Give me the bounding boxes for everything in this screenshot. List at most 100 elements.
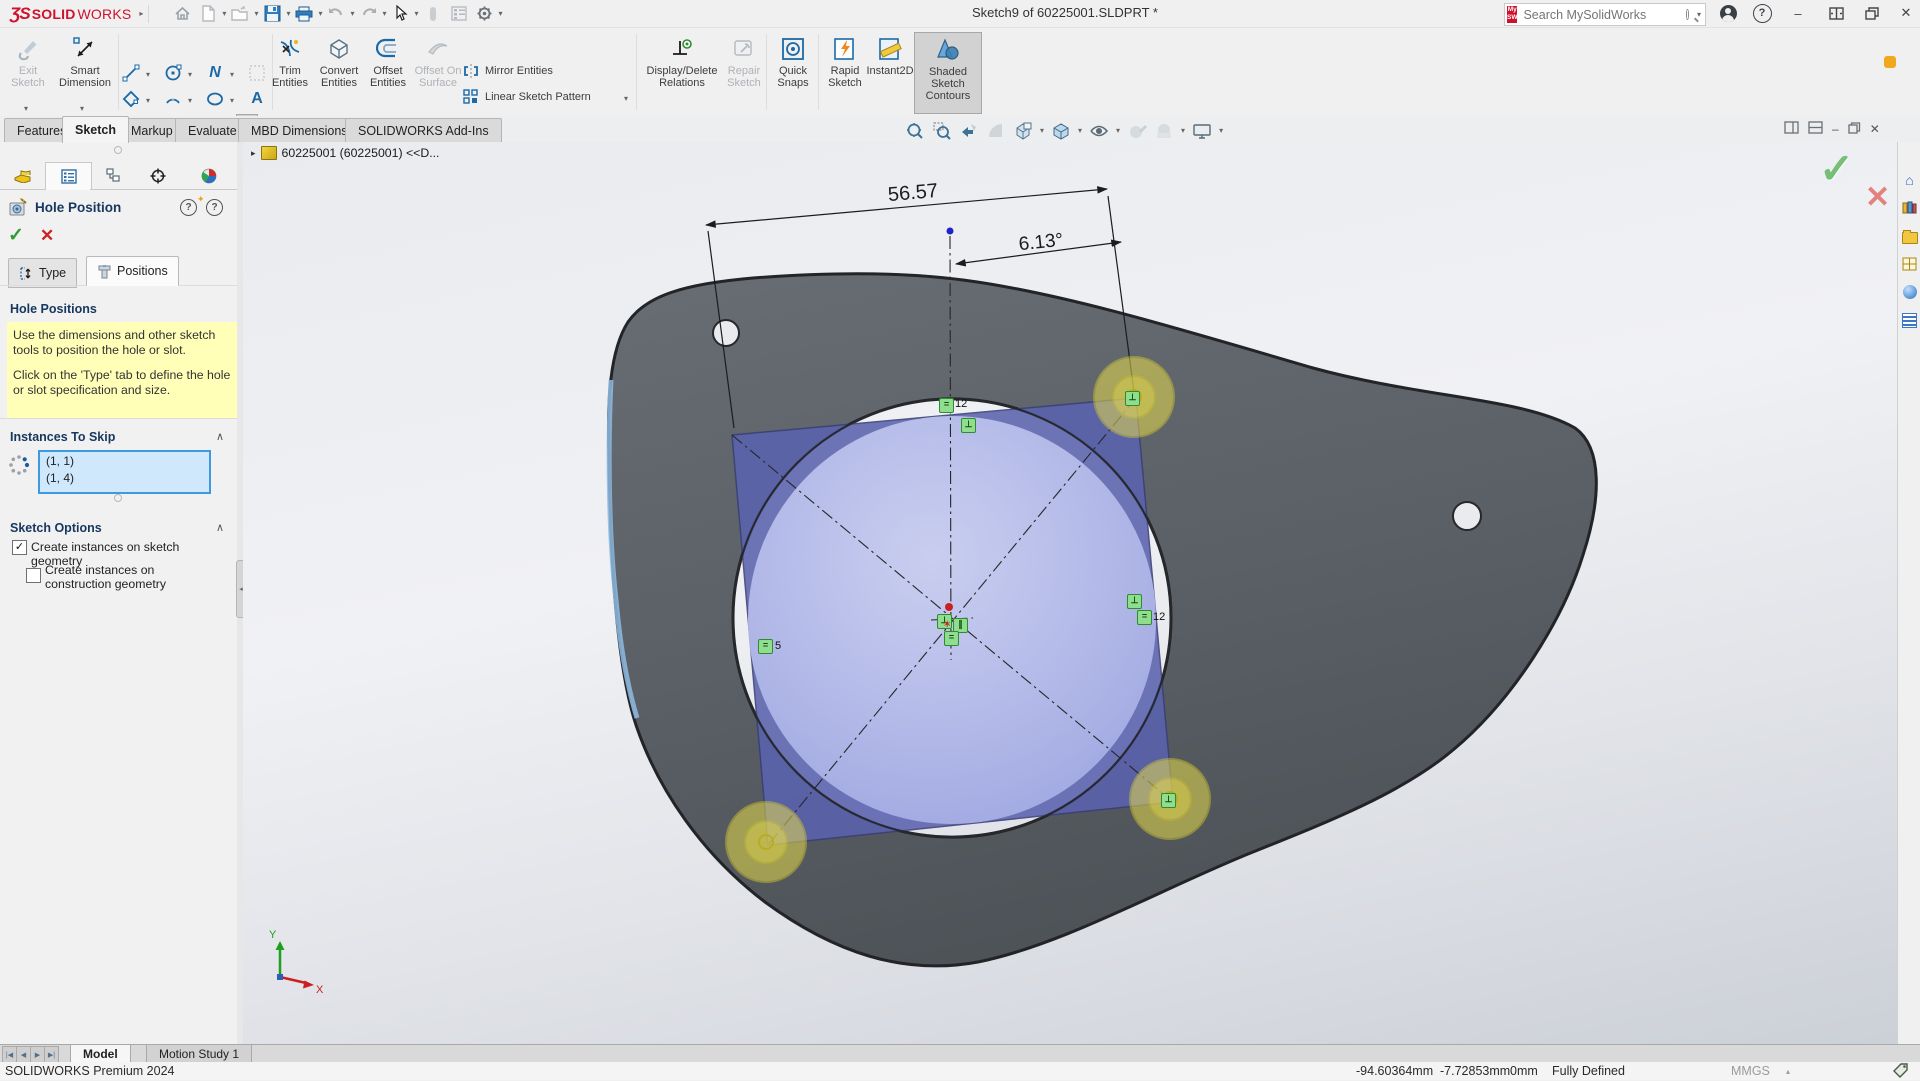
quick-snaps-button[interactable]: Quick Snaps xyxy=(770,32,816,89)
relation-badge[interactable]: = xyxy=(939,398,954,413)
view-orientation-icon[interactable] xyxy=(1013,121,1033,141)
next-tab-button[interactable]: ▶ xyxy=(30,1046,45,1063)
options-list-button[interactable] xyxy=(447,3,471,25)
tab-displaymanager[interactable] xyxy=(180,162,237,190)
undo-caret-icon[interactable]: ▾ xyxy=(350,10,354,18)
shaded-sketch-contours-button[interactable]: Shaded Sketch Contours xyxy=(914,32,982,114)
appearances-scenes-icon[interactable] xyxy=(1902,284,1918,300)
section-grip-icon[interactable] xyxy=(114,494,122,502)
mirror-entities-button[interactable]: Mirror Entities xyxy=(462,62,553,80)
circle-tool-button[interactable] xyxy=(164,64,182,82)
relation-badge[interactable]: ⊥ xyxy=(1127,594,1142,609)
cancel-button[interactable]: ✕ xyxy=(40,226,54,246)
instant2d-button[interactable]: Instant2D xyxy=(862,32,918,77)
list-item[interactable]: (1, 4) xyxy=(46,470,203,487)
repair-sketch-button[interactable]: Repair Sketch xyxy=(718,32,770,89)
help-star-icon[interactable]: ?✦ xyxy=(180,199,205,216)
doc-close-icon[interactable]: ✕ xyxy=(1870,122,1880,136)
design-library-icon[interactable] xyxy=(1902,200,1918,216)
new-file-button[interactable] xyxy=(196,3,220,25)
tab-mbd-dimensions[interactable]: MBD Dimensions xyxy=(238,118,361,143)
tab-propertymanager[interactable] xyxy=(45,162,92,190)
gear-caret-icon[interactable]: ▾ xyxy=(499,10,503,18)
convert-entities-button[interactable]: Convert Entities xyxy=(312,32,366,89)
edit-appearance-icon[interactable] xyxy=(1127,121,1147,141)
prev-tab-button[interactable]: ◀ xyxy=(16,1046,31,1063)
previous-view-icon[interactable] xyxy=(959,121,979,141)
solidworks-resources-icon[interactable]: ⌂ xyxy=(1902,172,1918,188)
exit-sketch-caret-icon[interactable]: ▾ xyxy=(24,104,28,113)
open-file-button[interactable] xyxy=(228,3,252,25)
first-tab-button[interactable]: |◀ xyxy=(2,1046,17,1063)
list-item[interactable]: (1, 1) xyxy=(46,453,203,470)
search-input[interactable] xyxy=(1521,7,1686,23)
instances-to-skip-list[interactable]: (1, 1) (1, 4) xyxy=(38,450,211,494)
tag-icon[interactable] xyxy=(1893,1063,1909,1081)
text-tool-button[interactable]: A xyxy=(248,90,266,108)
tab-positions[interactable]: Positions xyxy=(86,256,179,286)
tab-model[interactable]: Model xyxy=(70,1045,131,1063)
tree-expander-icon[interactable]: ▸ xyxy=(251,148,256,159)
pm-help-icon[interactable]: ? xyxy=(206,199,223,216)
tab-dimxpertmanager[interactable] xyxy=(135,162,180,190)
new-file-caret-icon[interactable]: ▾ xyxy=(222,10,226,18)
doc-restore-icon[interactable] xyxy=(1848,122,1861,137)
home-button[interactable] xyxy=(170,3,194,25)
ellipse-caret-icon[interactable]: ▾ xyxy=(230,96,234,105)
relation-badge[interactable]: = xyxy=(1137,610,1152,625)
checkbox-sketch-geometry[interactable]: ✓ xyxy=(12,540,27,555)
polygon-caret-icon[interactable]: ▾ xyxy=(146,96,150,105)
notification-icon[interactable] xyxy=(1884,56,1896,68)
hide-show-items-icon[interactable] xyxy=(1089,121,1109,141)
select-button[interactable] xyxy=(389,3,413,25)
undo-button[interactable] xyxy=(324,3,348,25)
line-caret-icon[interactable]: ▾ xyxy=(146,70,150,79)
zoom-to-fit-icon[interactable] xyxy=(905,121,925,141)
redo-button[interactable] xyxy=(357,3,381,25)
view-settings-icon[interactable] xyxy=(1192,121,1212,141)
close-button[interactable]: ✕ xyxy=(1894,2,1918,24)
display-style-icon[interactable] xyxy=(1051,121,1071,141)
linear-sketch-pattern-button[interactable]: Linear Sketch Pattern xyxy=(462,88,591,106)
tab-featuremanager[interactable] xyxy=(0,162,45,190)
last-tab-button[interactable]: ▶| xyxy=(44,1046,59,1063)
tile-pane-icon[interactable] xyxy=(1784,121,1799,137)
cancel-sketch-icon[interactable]: ✕ xyxy=(1865,180,1890,215)
search-box[interactable]: My SW ▾ xyxy=(1504,3,1706,26)
spline-tool-button[interactable]: N xyxy=(206,64,224,82)
restore-button[interactable] xyxy=(1860,2,1884,24)
relation-badge[interactable]: = xyxy=(758,639,773,654)
tab-type[interactable]: Type xyxy=(8,258,77,288)
print-button[interactable] xyxy=(292,3,316,25)
file-explorer-icon[interactable] xyxy=(1902,228,1918,244)
offset-on-surface-button[interactable]: Offset On Surface xyxy=(412,32,464,89)
smart-dimension-button[interactable]: Smart Dimension xyxy=(54,32,116,89)
tab-motion-study[interactable]: Motion Study 1 xyxy=(146,1045,252,1063)
relation-badge[interactable]: ⊥ xyxy=(961,418,976,433)
ellipse-tool-button[interactable] xyxy=(206,90,224,108)
touch-mode-button[interactable] xyxy=(421,3,445,25)
redo-caret-icon[interactable]: ▾ xyxy=(383,10,387,18)
graphics-area[interactable]: Y X ▸ 60225001 (60225001) <<D... 56.57 6… xyxy=(243,142,1897,1044)
save-caret-icon[interactable]: ▾ xyxy=(286,10,290,18)
units-selector[interactable]: MMGS xyxy=(1731,1064,1770,1078)
custom-properties-icon[interactable] xyxy=(1902,312,1918,328)
account-button[interactable] xyxy=(1716,2,1740,24)
checkbox-construction-geometry-label[interactable]: Create instances on construction geometr… xyxy=(45,563,220,591)
tile-windows-button[interactable] xyxy=(1824,2,1848,24)
polygon-tool-button[interactable] xyxy=(122,90,140,108)
help-button[interactable]: ? xyxy=(1750,2,1774,24)
line-tool-button[interactable] xyxy=(122,64,140,82)
zoom-to-area-icon[interactable] xyxy=(932,121,952,141)
relation-badge[interactable]: = xyxy=(944,631,959,646)
tab-sketch[interactable]: Sketch xyxy=(62,116,129,143)
breadcrumb-label[interactable]: 60225001 (60225001) <<D... xyxy=(282,146,440,160)
search-icon[interactable] xyxy=(1686,9,1689,20)
arc-tool-button[interactable] xyxy=(164,90,182,108)
instances-collapse-icon[interactable]: ∧ xyxy=(216,430,224,443)
trim-entities-button[interactable]: Trim Entities xyxy=(264,32,316,89)
options-gear-button[interactable] xyxy=(473,3,497,25)
units-caret-icon[interactable]: ▴ xyxy=(1786,1067,1790,1076)
select-caret-icon[interactable]: ▾ xyxy=(415,10,419,18)
panel-grip-icon[interactable] xyxy=(114,146,122,154)
